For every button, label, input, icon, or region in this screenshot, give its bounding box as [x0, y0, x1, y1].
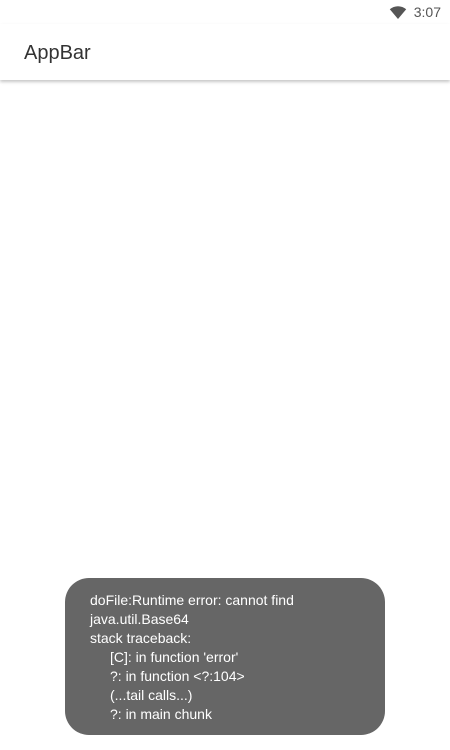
- wifi-icon: [389, 6, 406, 19]
- app-bar: AppBar: [0, 24, 450, 80]
- toast-line: (...tail calls...): [110, 687, 193, 703]
- status-bar: 3:07: [0, 0, 450, 24]
- app-title: AppBar: [24, 42, 91, 64]
- toast-line: [C]: in function 'error': [110, 649, 239, 665]
- error-toast: doFile:Runtime error: cannot find java.u…: [65, 578, 385, 735]
- toast-line: ?: in main chunk: [110, 706, 212, 722]
- status-bar-right: 3:07: [389, 3, 441, 21]
- toast-line: ?: in function <?:104>: [110, 668, 245, 684]
- status-time: 3:07: [413, 4, 441, 20]
- toast-line: stack traceback:: [90, 630, 192, 646]
- toast-line: java.util.Base64: [90, 611, 189, 627]
- app-screen: 3:07 AppBar doFile:Runtime error: cannot…: [0, 0, 450, 750]
- toast-line: doFile:Runtime error: cannot find: [90, 592, 294, 608]
